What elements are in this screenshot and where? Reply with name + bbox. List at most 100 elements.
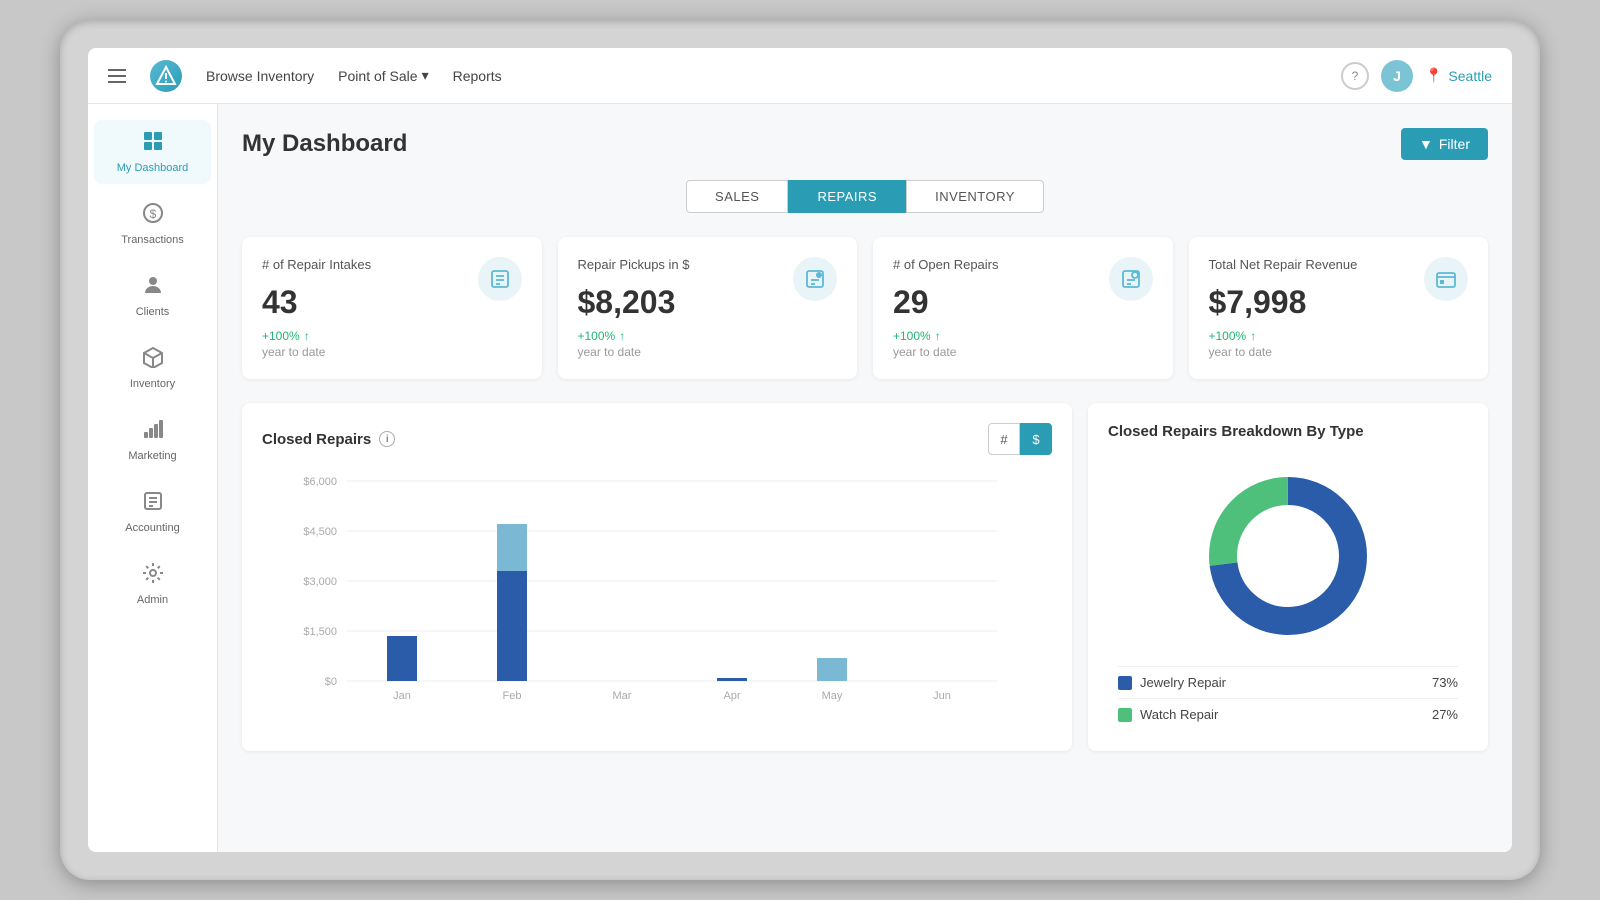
svg-text:$1,500: $1,500 xyxy=(303,626,337,638)
svg-text:Mar: Mar xyxy=(613,690,632,702)
stat-card-repair-intakes: # of Repair Intakes 43 +100% ↑ year to d… xyxy=(242,237,542,379)
legend-item-watch: Watch Repair 27% xyxy=(1118,698,1458,730)
arrow-up-icon: ↑ xyxy=(304,329,310,343)
app-logo xyxy=(150,60,182,92)
tab-repairs[interactable]: REPAIRS xyxy=(788,180,906,213)
accounting-icon xyxy=(142,490,164,518)
pin-icon: 📍 xyxy=(1425,67,1442,84)
legend-pct-watch: 27% xyxy=(1432,707,1458,722)
stat-card-change-repair-intakes: +100% ↑ xyxy=(262,329,522,343)
sidebar-label-admin: Admin xyxy=(137,594,168,606)
stat-card-repair-pickups: Repair Pickups in $ $8,203 +100% ↑ year … xyxy=(558,237,858,379)
page-header: My Dashboard ▼ Filter xyxy=(242,128,1488,160)
location-selector[interactable]: 📍 Seattle xyxy=(1425,67,1492,84)
marketing-icon xyxy=(142,418,164,446)
stat-card-net-revenue: Total Net Repair Revenue $7,998 +100% ↑ … xyxy=(1189,237,1489,379)
sidebar-item-marketing[interactable]: Marketing xyxy=(94,408,210,472)
nav-right: ? J 📍 Seattle xyxy=(1341,60,1492,92)
bar-feb-dark xyxy=(497,571,527,681)
point-of-sale-link[interactable]: Point of Sale ▾ xyxy=(338,67,428,84)
browse-inventory-link[interactable]: Browse Inventory xyxy=(206,68,314,84)
sidebar-item-accounting[interactable]: Accounting xyxy=(94,480,210,544)
chart-title-breakdown: Closed Repairs Breakdown By Type xyxy=(1108,423,1364,440)
stat-card-change-open-repairs: +100% ↑ xyxy=(893,329,1153,343)
legend-item-jewelry: Jewelry Repair 73% xyxy=(1118,666,1458,698)
chart-toggle-dollar[interactable]: $ xyxy=(1020,423,1052,455)
stat-card-icon-open-repairs xyxy=(1109,257,1153,301)
sidebar-item-admin[interactable]: Admin xyxy=(94,552,210,616)
stat-card-period-open-repairs: year to date xyxy=(893,345,1153,359)
tab-sales[interactable]: SALES xyxy=(686,180,788,213)
sidebar-item-dashboard[interactable]: My Dashboard xyxy=(94,120,210,184)
dropdown-arrow-icon: ▾ xyxy=(422,67,429,84)
tab-inventory[interactable]: INVENTORY xyxy=(906,180,1044,213)
chart-header-breakdown: Closed Repairs Breakdown By Type xyxy=(1108,423,1468,440)
chart-legend: Jewelry Repair 73% Watch Repair xyxy=(1108,666,1468,730)
device-frame: Browse Inventory Point of Sale ▾ Reports… xyxy=(60,20,1540,880)
donut-area: Jewelry Repair 73% Watch Repair xyxy=(1108,456,1468,730)
arrow-up-icon: ↑ xyxy=(935,329,941,343)
content-area: My Dashboard ▼ Filter SALES REPAIRS INVE… xyxy=(218,104,1512,852)
stat-card-period-repair-pickups: year to date xyxy=(578,345,838,359)
chart-toggle-hash[interactable]: # xyxy=(988,423,1020,455)
info-icon[interactable]: i xyxy=(379,431,395,447)
screen: Browse Inventory Point of Sale ▾ Reports… xyxy=(88,48,1512,852)
stat-card-change-repair-pickups: +100% ↑ xyxy=(578,329,838,343)
stat-card-period-repair-intakes: year to date xyxy=(262,345,522,359)
legend-label-watch: Watch Repair xyxy=(1140,707,1218,722)
svg-text:$6,000: $6,000 xyxy=(303,476,337,488)
chart-title-closed-repairs: Closed Repairs i xyxy=(262,431,395,448)
closed-repairs-chart-card: Closed Repairs i # $ $6,000 xyxy=(242,403,1072,751)
sidebar-label-accounting: Accounting xyxy=(125,522,179,534)
svg-text:$: $ xyxy=(149,207,156,221)
stat-card-icon-repair-pickups xyxy=(793,257,837,301)
svg-text:Apr: Apr xyxy=(723,690,740,702)
arrow-up-icon: ↑ xyxy=(619,329,625,343)
bar-apr-dark xyxy=(717,678,747,681)
stat-card-period-net-revenue: year to date xyxy=(1209,345,1469,359)
svg-text:$3,000: $3,000 xyxy=(303,576,337,588)
stat-cards-container: # of Repair Intakes 43 +100% ↑ year to d… xyxy=(242,237,1488,379)
arrow-up-icon: ↑ xyxy=(1250,329,1256,343)
sidebar-label-inventory: Inventory xyxy=(130,378,175,390)
bar-chart-area: $6,000 $4,500 $3,000 $1,500 $0 xyxy=(262,471,1052,731)
sidebar-label-dashboard: My Dashboard xyxy=(117,162,189,174)
chart-toggle: # $ xyxy=(988,423,1052,455)
stat-card-icon-repair-intakes xyxy=(478,257,522,301)
breakdown-chart-card: Closed Repairs Breakdown By Type xyxy=(1088,403,1488,751)
legend-label-jewelry: Jewelry Repair xyxy=(1140,675,1226,690)
location-name: Seattle xyxy=(1448,68,1492,84)
admin-icon xyxy=(142,562,164,590)
sidebar-item-clients[interactable]: Clients xyxy=(94,264,210,328)
dashboard-icon xyxy=(142,130,164,158)
filter-button[interactable]: ▼ Filter xyxy=(1401,128,1488,160)
sidebar-item-inventory[interactable]: Inventory xyxy=(94,336,210,400)
sidebar: My Dashboard $ Transactions xyxy=(88,104,218,852)
page-title: My Dashboard xyxy=(242,130,407,158)
hamburger-menu[interactable] xyxy=(108,69,126,83)
sidebar-label-clients: Clients xyxy=(136,306,170,318)
clients-icon xyxy=(142,274,164,302)
stat-card-change-net-revenue: +100% ↑ xyxy=(1209,329,1469,343)
sidebar-item-transactions[interactable]: $ Transactions xyxy=(94,192,210,256)
stat-card-icon-net-revenue xyxy=(1424,257,1468,301)
user-avatar[interactable]: J xyxy=(1381,60,1413,92)
filter-icon: ▼ xyxy=(1419,136,1433,152)
main-layout: My Dashboard $ Transactions xyxy=(88,104,1512,852)
svg-text:Feb: Feb xyxy=(503,690,522,702)
svg-text:$4,500: $4,500 xyxy=(303,526,337,538)
bar-jan-dark xyxy=(387,636,417,681)
help-button[interactable]: ? xyxy=(1341,62,1369,90)
charts-row: Closed Repairs i # $ $6,000 xyxy=(242,403,1488,751)
sidebar-label-transactions: Transactions xyxy=(121,234,184,246)
bar-chart-svg: $6,000 $4,500 $3,000 $1,500 $0 xyxy=(262,471,1052,731)
legend-pct-jewelry: 73% xyxy=(1432,675,1458,690)
chart-header-closed-repairs: Closed Repairs i # $ xyxy=(262,423,1052,455)
donut-chart-svg xyxy=(1198,466,1378,646)
transactions-icon: $ xyxy=(142,202,164,230)
legend-dot-watch xyxy=(1118,708,1132,722)
svg-text:Jun: Jun xyxy=(933,690,951,702)
bar-feb-light xyxy=(497,524,527,571)
reports-link[interactable]: Reports xyxy=(453,68,502,84)
bar-may-light xyxy=(817,658,847,681)
